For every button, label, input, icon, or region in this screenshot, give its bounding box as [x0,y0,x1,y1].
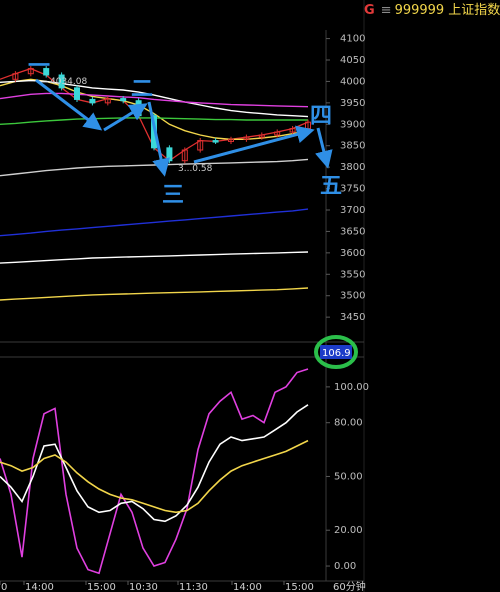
candle-body [89,98,96,104]
price-tick-label: 3900 [340,119,365,130]
time-tick-label: 15:00 [87,582,116,592]
indicator-tick-label: 100.00 [334,382,369,393]
indicator-tick-label: 80.00 [334,418,363,429]
price-tick-label: 3500 [340,291,365,302]
time-tick-label: 14:00 [25,582,54,592]
indicator-tick-label: 50.00 [334,471,363,482]
wave-5-arrow [315,127,333,169]
wave-label-5: 五 [320,174,342,199]
price-tick-label: 4000 [340,76,365,87]
candle-body [74,87,80,100]
indicator-line-2 [0,439,309,514]
moving-average-lines [0,67,309,301]
high-price-label: 4034.08 [50,77,87,87]
candle-body [166,147,173,162]
price-tick-label: 3650 [340,226,365,237]
price-tick-label: 3600 [340,248,365,259]
indicator-lines [0,368,309,575]
indicator-line-0 [0,368,309,575]
candle-body [120,98,127,102]
price-tick-label: 3950 [340,98,365,109]
ma-line-7 [0,251,309,264]
wave-2-arrow [103,103,148,132]
time-tick-label: 15:00 [285,582,314,592]
indicator-tick-label: 0.00 [334,561,356,572]
wave-label-2: 二 [131,77,153,102]
price-tick-label: 3800 [340,162,365,173]
low-price-label: 3...0.58 [178,164,213,174]
time-tick-label: 0 [1,582,7,592]
indicator-value: 106.9 [322,348,351,359]
time-tick-label: 10:30 [129,582,158,592]
period-label[interactable]: 60分钟 [333,580,366,592]
candle-body [212,140,219,143]
ma-line-5 [0,158,309,177]
ma-line-8 [0,287,309,301]
time-axis: 0 14:00 15:00 10:30 11:30 14:00 15:00 [0,581,314,592]
price-tick-label: 3550 [340,269,365,280]
indicator-tick-label: 20.00 [334,525,363,536]
wave-label-4: 四 [310,104,332,129]
time-tick-label: 14:00 [233,582,262,592]
chart-canvas[interactable]: 4100 4050 4000 3950 3900 3850 3800 3750 3700 3650… [0,0,500,592]
price-tick-label: 4100 [340,34,365,45]
price-tick-label: 3450 [340,312,365,323]
indicator-line-1 [0,404,309,523]
time-tick-label: 11:30 [179,582,208,592]
wave-label-1: 一 [28,54,50,79]
price-tick-label: 3850 [340,141,365,152]
price-tick-label: 4050 [340,55,365,66]
price-tick-label: 3700 [340,205,365,216]
wave-label-3: 三 [162,183,184,208]
ma-line-6 [0,208,309,237]
price-tick-label: 3750 [340,184,365,195]
indicator-axis: 100.00 80.00 50.00 20.00 0.00 [326,382,369,572]
